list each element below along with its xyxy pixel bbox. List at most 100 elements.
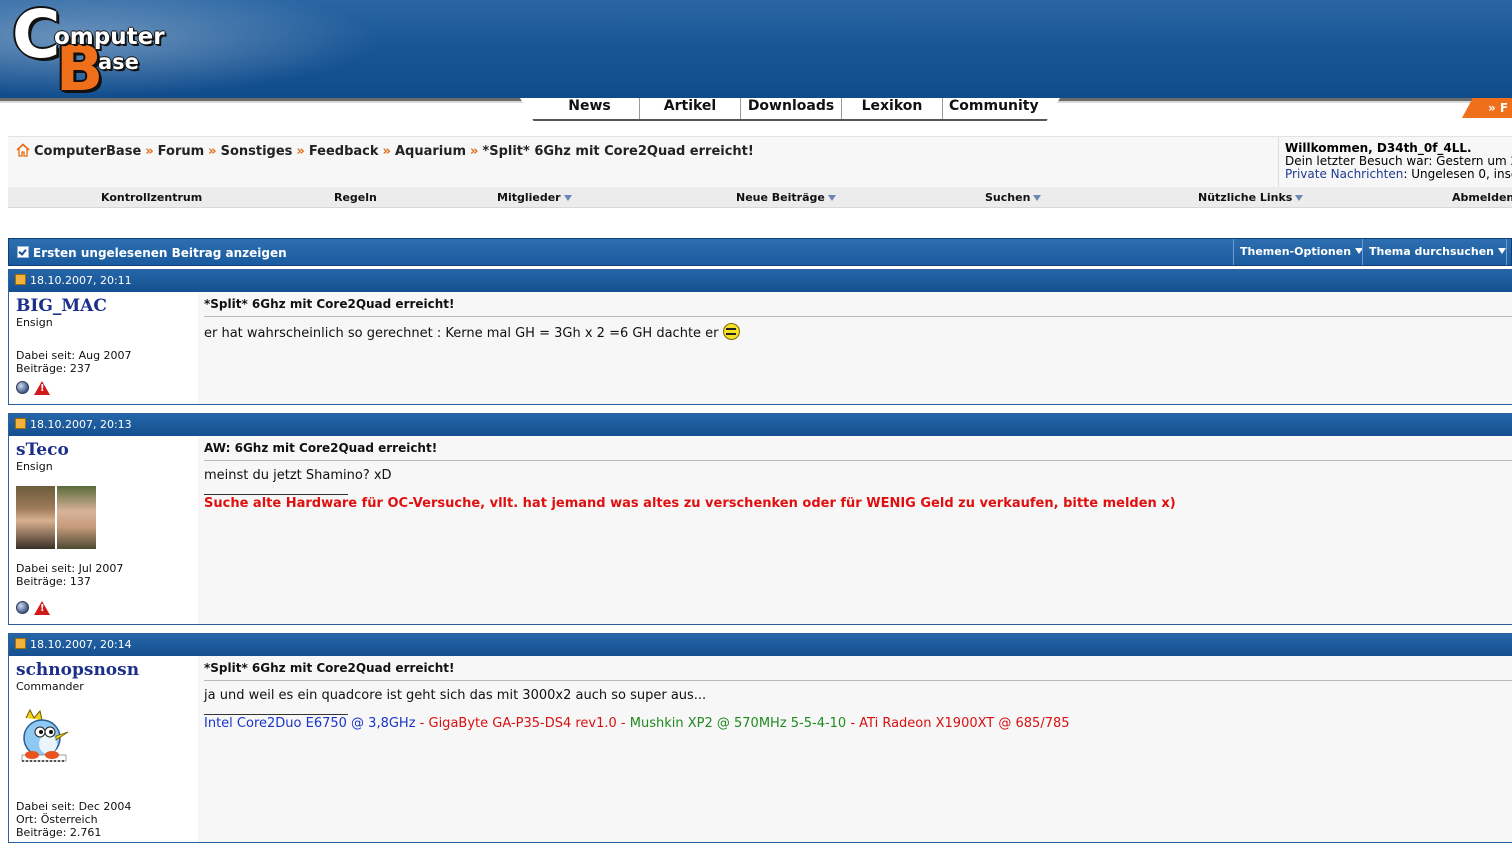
sig-cpu: Intel Core2Duo E6750 @ 3,8GHz — [204, 716, 416, 731]
subnav-mitglieder-label: Mitglieder — [497, 191, 561, 204]
post-user-joined: Dabei seit: Aug 2007 — [16, 349, 132, 362]
post-user-location: Ort: Österreich — [16, 813, 98, 826]
computerbase-logo[interactable]: C B omputer ase — [12, 0, 172, 98]
private-messages-status: : Ungelesen 0, insge — [1403, 167, 1512, 181]
subnav-suchen[interactable]: Suchen — [985, 191, 1042, 204]
post-message: *Split* 6Ghz mit Core2Quad erreicht! er … — [198, 292, 1512, 404]
breadcrumb-separator: » — [208, 144, 217, 159]
breadcrumb-separator: » — [470, 144, 479, 159]
post-status-icon — [15, 418, 26, 429]
post-user-icons — [16, 380, 50, 395]
post-username[interactable]: schnopsnosn — [16, 660, 198, 680]
dropdown-arrow-icon — [1295, 195, 1304, 201]
first-unread-label: Ersten ungelesenen Beitrag anzeigen — [33, 246, 287, 260]
private-messages-link[interactable]: Private Nachrichten — [1285, 167, 1403, 181]
post-username[interactable]: BIG_MAC — [16, 296, 198, 316]
thread-extra-dropdown[interactable] — [1506, 239, 1512, 265]
post-user-rank: Ensign — [16, 460, 53, 473]
post-title: *Split* 6Ghz mit Core2Quad erreicht! — [204, 297, 1512, 317]
subnav-neue-beitraege[interactable]: Neue Beiträge — [736, 191, 836, 204]
avatar-photo-left — [16, 486, 55, 549]
sig-ram: Mushkin XP2 @ 570MHz 5-5-4-10 — [629, 716, 847, 731]
post-header: 18.10.2007, 20:14 — [9, 634, 1512, 656]
post-body: BIG_MAC Ensign Dabei seit: Aug 2007 Beit… — [9, 292, 1512, 404]
post-text: ja und weil es ein quadcore ist geht sic… — [204, 688, 707, 703]
online-status-icon — [16, 381, 29, 394]
home-icon[interactable] — [16, 143, 30, 157]
post-user-icons — [16, 600, 50, 615]
first-unread-link[interactable]: Ersten ungelesenen Beitrag anzeigen — [17, 246, 287, 260]
post-text: meinst du jetzt Shamino? xD — [204, 468, 392, 483]
subnav-nuetzliche-links-label: Nützliche Links — [1198, 191, 1293, 204]
thread-toolbar: Ersten ungelesenen Beitrag anzeigen Them… — [8, 238, 1512, 266]
breadcrumb-current-thread: *Split* 6Ghz mit Core2Quad erreicht! — [482, 144, 754, 159]
post-status-icon — [15, 638, 26, 649]
post-title: *Split* 6Ghz mit Core2Quad erreicht! — [204, 661, 1512, 681]
post-user-postcount: Beiträge: 237 — [16, 362, 91, 375]
post-user-postcount: Beiträge: 137 — [16, 575, 91, 588]
forum-subnav: Kontrollzentrum Regeln Mitglieder Neue B… — [8, 187, 1512, 208]
post-signature: Suche alte Hardware für OC-Versuche, vll… — [204, 496, 1176, 511]
thread-options-dropdown[interactable]: Themen-Optionen — [1233, 239, 1364, 265]
breadcrumb-forum[interactable]: Forum — [158, 144, 205, 159]
post-message: AW: 6Ghz mit Core2Quad erreicht! meinst … — [198, 436, 1512, 624]
post-user-info: sTeco Ensign Dabei seit: Jul 2007 Beiträ… — [9, 436, 198, 624]
dropdown-arrow-icon — [1033, 195, 1042, 201]
post-user-rank: Commander — [16, 680, 84, 693]
subnav-abmelden[interactable]: Abmelden — [1452, 191, 1512, 204]
subnav-kontrollzentrum[interactable]: Kontrollzentrum — [101, 191, 202, 204]
post-message: *Split* 6Ghz mit Core2Quad erreicht! ja … — [198, 656, 1512, 842]
nav-downloads[interactable]: Downloads — [741, 98, 842, 119]
post-header: 18.10.2007, 20:11 — [9, 270, 1512, 292]
site-header: C B omputer ase — [0, 0, 1512, 98]
dropdown-arrow-icon — [827, 195, 836, 201]
post-date: 18.10.2007, 20:11 — [30, 274, 132, 287]
post-user-joined: Dabei seit: Dec 2004 — [16, 800, 132, 813]
user-avatar — [16, 486, 96, 549]
report-post-icon[interactable] — [34, 380, 50, 395]
thread-options-label: Themen-Optionen — [1240, 245, 1352, 258]
post-body: sTeco Ensign Dabei seit: Jul 2007 Beiträ… — [9, 436, 1512, 624]
post: 18.10.2007, 20:13 sTeco Ensign Dabei sei… — [8, 413, 1512, 625]
breadcrumb-panel: ComputerBase» Forum» Sonstiges» Feedback» Aq… — [8, 136, 1512, 188]
smiley-icon — [722, 323, 740, 340]
post-user-info: schnopsnosn Commander Dabei seit: Dec 20… — [9, 656, 198, 842]
post-date: 18.10.2007, 20:13 — [30, 418, 132, 431]
breadcrumb-separator: » — [382, 144, 391, 159]
sig-separator: - — [415, 716, 429, 731]
nav-lexikon[interactable]: Lexikon — [842, 98, 943, 119]
main-navigation: News Artikel Downloads Lexikon Community — [520, 98, 1060, 121]
subnav-mitglieder[interactable]: Mitglieder — [497, 191, 572, 204]
subnav-nuetzliche-links[interactable]: Nützliche Links — [1198, 191, 1304, 204]
sig-separator: - — [846, 716, 860, 731]
thread-search-label: Thema durchsuchen — [1369, 245, 1495, 258]
breadcrumb: ComputerBase» Forum» Sonstiges» Feedback» Aq… — [16, 143, 754, 159]
breadcrumb-separator: » — [296, 144, 305, 159]
subnav-regeln[interactable]: Regeln — [334, 191, 377, 204]
breadcrumb-computerbase[interactable]: ComputerBase — [34, 144, 141, 159]
subnav-suchen-label: Suchen — [985, 191, 1031, 204]
chevron-down-icon — [1498, 248, 1507, 254]
breadcrumb-feedback[interactable]: Feedback — [309, 144, 379, 159]
post-user-postcount: Beiträge: 2.761 — [16, 826, 102, 839]
first-unread-icon — [17, 246, 29, 258]
post: 18.10.2007, 20:11 BIG_MAC Ensign Dabei s… — [8, 269, 1512, 405]
nav-community[interactable]: Community — [943, 98, 1053, 119]
post-text: er hat wahrscheinlich so gerechnet : Ker… — [204, 326, 719, 341]
sig-mainboard: GigaByte GA-P35-DS4 rev1.0 — [428, 716, 617, 731]
sig-separator: - — [616, 716, 630, 731]
post-user-info: BIG_MAC Ensign Dabei seit: Aug 2007 Beit… — [9, 292, 198, 404]
subnav-neue-beitraege-label: Neue Beiträge — [736, 191, 825, 204]
breadcrumb-aquarium[interactable]: Aquarium — [395, 144, 466, 159]
post-username[interactable]: sTeco — [16, 440, 198, 460]
nav-news[interactable]: News — [520, 98, 640, 119]
thread-search-dropdown[interactable]: Thema durchsuchen — [1362, 239, 1507, 265]
post-user-rank: Ensign — [16, 316, 53, 329]
bubble-bobble-avatar — [21, 708, 69, 762]
avatar-photo-right — [57, 486, 96, 549]
signature-divider — [204, 714, 348, 715]
nav-artikel[interactable]: Artikel — [640, 98, 741, 119]
signature-divider — [204, 494, 348, 495]
report-post-icon[interactable] — [34, 600, 50, 615]
breadcrumb-sonstiges[interactable]: Sonstiges — [221, 144, 293, 159]
